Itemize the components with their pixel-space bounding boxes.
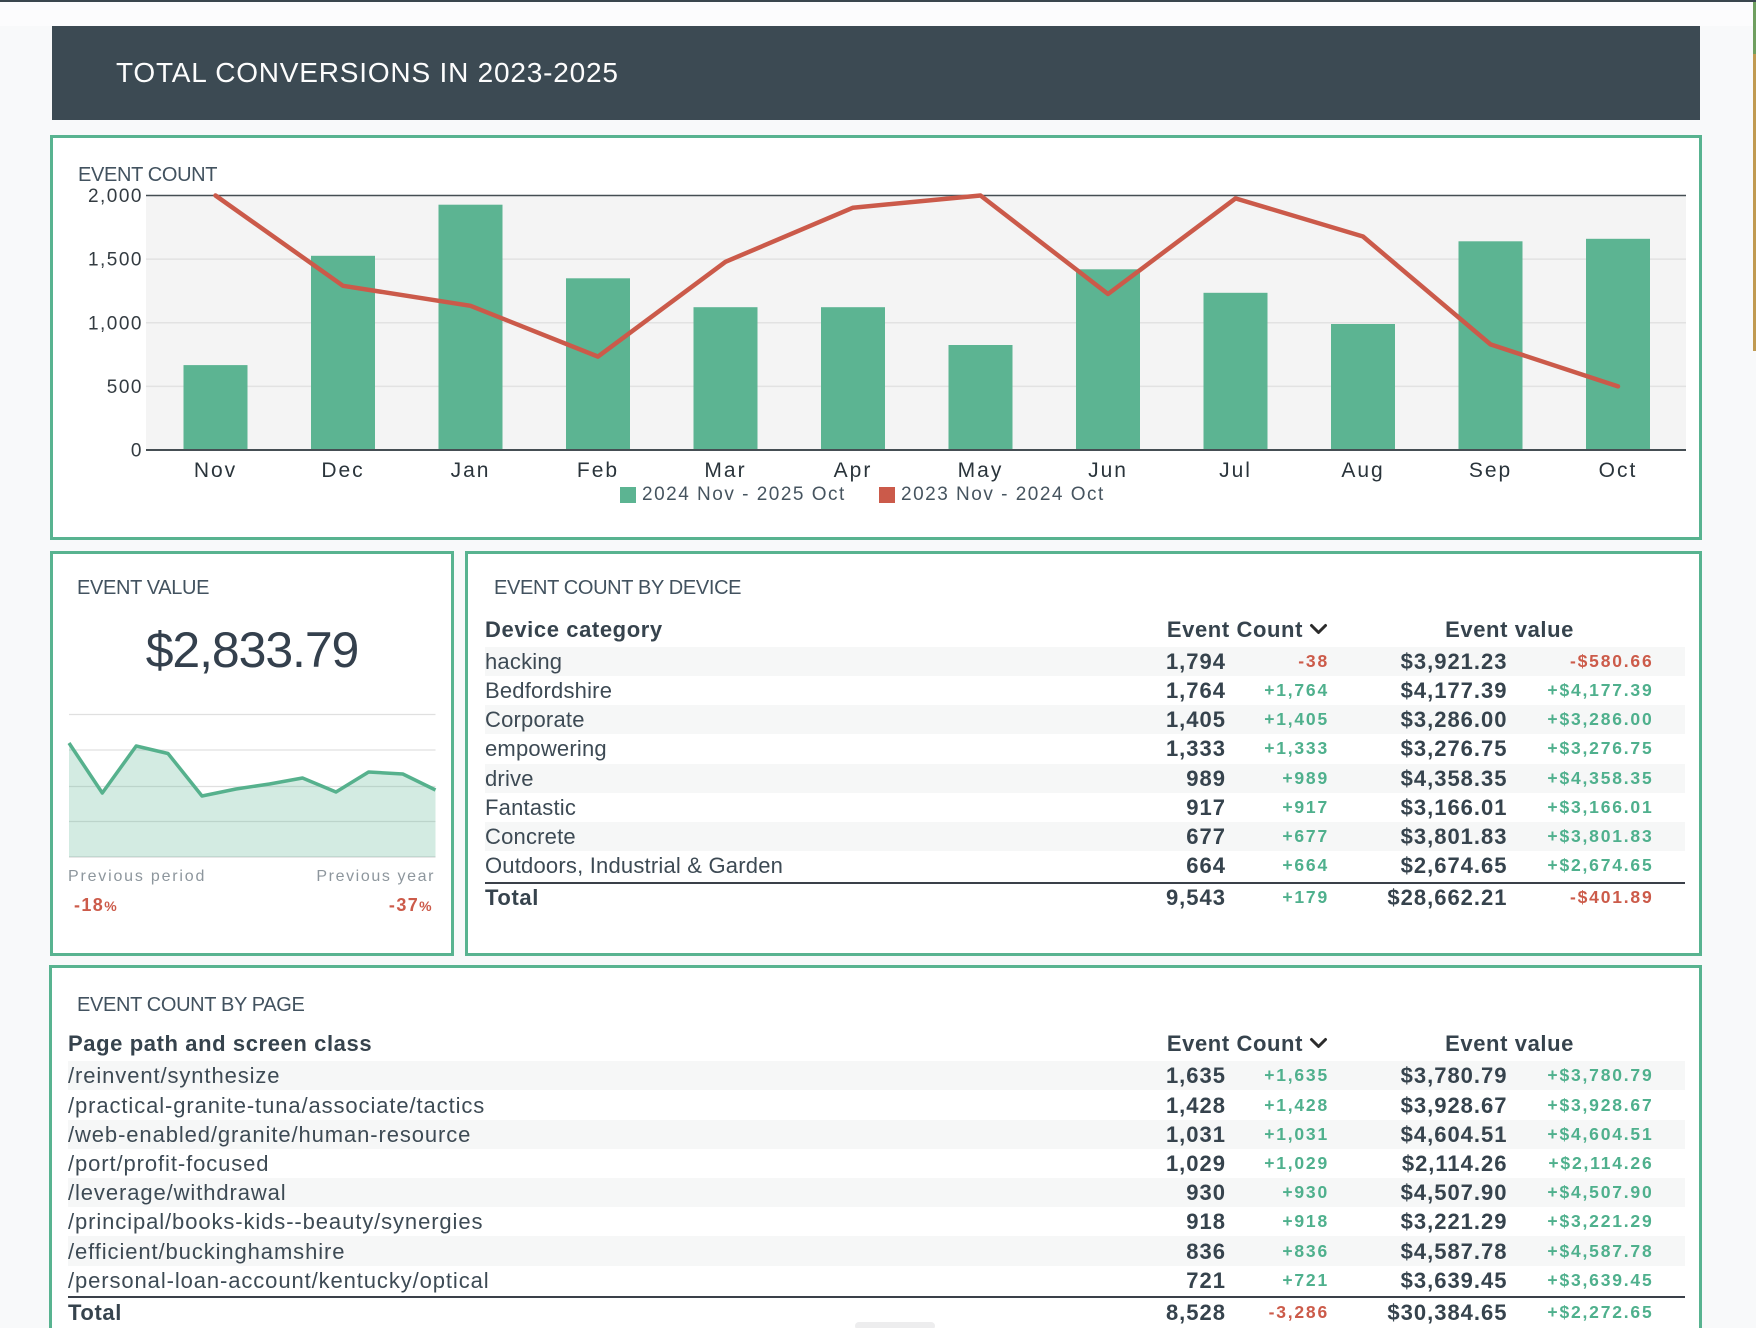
svg-text:1,500: 1,500 xyxy=(88,250,143,271)
svg-text:Oct: Oct xyxy=(1599,459,1638,482)
svg-text:Nov: Nov xyxy=(194,459,237,482)
svg-text:Feb: Feb xyxy=(577,459,619,482)
svg-text:Mar: Mar xyxy=(704,459,746,482)
svg-text:May: May xyxy=(958,459,1004,482)
svg-text:Jun: Jun xyxy=(1088,459,1128,482)
svg-text:Jan: Jan xyxy=(451,459,491,482)
svg-text:Aug: Aug xyxy=(1341,459,1384,482)
svg-text:2,000: 2,000 xyxy=(88,186,143,207)
svg-text:500: 500 xyxy=(107,377,143,398)
svg-text:Sep: Sep xyxy=(1469,459,1512,482)
svg-text:Apr: Apr xyxy=(834,459,873,482)
svg-text:1,000: 1,000 xyxy=(88,313,143,334)
svg-text:0: 0 xyxy=(131,441,143,462)
svg-text:Dec: Dec xyxy=(321,459,364,482)
svg-text:Jul: Jul xyxy=(1219,459,1252,482)
